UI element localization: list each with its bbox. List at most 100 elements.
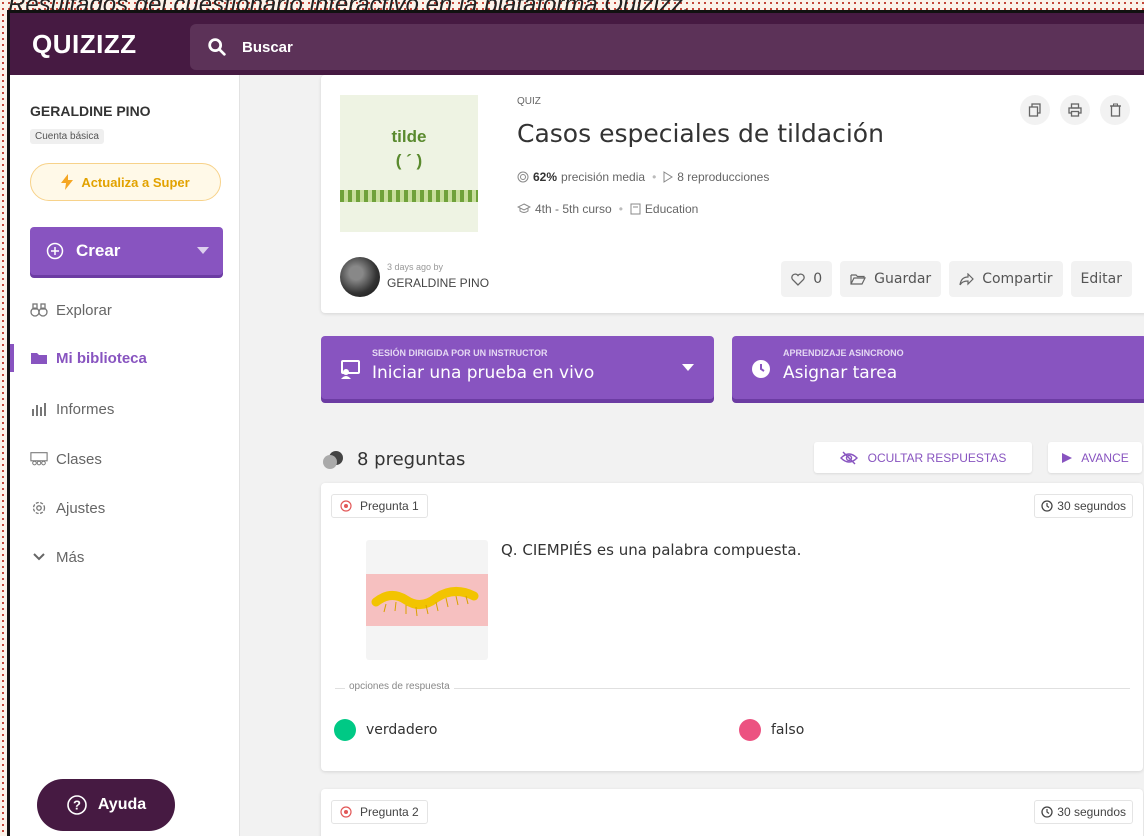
radio-target-icon	[340, 806, 352, 818]
start-live-quiz-button[interactable]: SESIÓN DIRIGIDA POR UN INSTRUCTOR Inicia…	[321, 336, 714, 399]
assign-big-label: Asignar tarea	[783, 363, 898, 383]
questions-count: 8 preguntas	[321, 449, 465, 470]
quizizz-logo[interactable]: QUIZIZZ	[32, 29, 190, 60]
search-icon	[208, 38, 226, 56]
save-button[interactable]: Guardar	[840, 261, 942, 297]
caret-down-icon[interactable]	[682, 364, 694, 371]
question-time: 30 segundos	[1034, 800, 1133, 824]
upgrade-button[interactable]: Actualiza a Super	[30, 163, 221, 201]
answer-option: verdadero	[334, 719, 437, 741]
accuracy-label: precisión media	[561, 170, 646, 184]
sidebar-item-informes[interactable]: Informes	[10, 391, 239, 427]
quiz-type: QUIZ	[517, 96, 541, 107]
classes-icon	[30, 450, 48, 468]
thumbnail-text: tilde ( ´ )	[340, 125, 478, 173]
edit-label: Editar	[1080, 271, 1122, 287]
folder-open-icon	[850, 273, 867, 285]
assign-homework-button[interactable]: APRENDIZAJE ASINCRONO Asignar tarea	[732, 336, 1144, 399]
sidebar-item-label: Mi biblioteca	[56, 349, 147, 367]
options-divider	[335, 688, 1130, 689]
presentation-icon	[341, 360, 360, 379]
print-button[interactable]	[1060, 95, 1090, 125]
sidebar-item-mas[interactable]: Más	[10, 539, 239, 575]
like-count: 0	[813, 271, 823, 287]
search-label: Buscar	[242, 38, 293, 56]
avatar[interactable]	[340, 257, 380, 297]
edit-button[interactable]: Editar	[1070, 261, 1132, 297]
assign-small-label: APRENDIZAJE ASINCRONO	[783, 348, 904, 358]
preview-label: AVANCE	[1081, 450, 1129, 465]
svg-text:?: ?	[73, 798, 81, 813]
binoculars-icon	[30, 301, 48, 319]
user-name: GERALDINE PINO	[30, 103, 151, 119]
separator-dot: •	[652, 170, 657, 184]
copy-icon	[1028, 103, 1041, 117]
delete-button[interactable]	[1100, 95, 1130, 125]
hide-answers-button[interactable]: OCULTAR RESPUESTAS	[814, 442, 1032, 473]
separator-dot: •	[618, 202, 623, 216]
save-label: Guardar	[874, 271, 932, 287]
plays-count: 8 reproducciones	[677, 170, 770, 184]
thumbnail-fence	[340, 190, 478, 202]
question-card-2: Pregunta 2 30 segundos	[321, 789, 1143, 836]
play-icon	[663, 171, 674, 183]
quiz-action-row: 0 Guardar Compartir Editar	[781, 261, 1132, 297]
options-label: opciones de respuesta	[345, 681, 454, 692]
graduation-cap-icon	[517, 203, 531, 213]
sidebar-item-label: Más	[56, 548, 85, 566]
plus-circle-icon	[46, 242, 64, 260]
quiz-info-card: tilde ( ´ ) QUIZ Casos especiales de til…	[321, 75, 1144, 313]
question-label: Pregunta 1	[331, 494, 428, 518]
author-name[interactable]: GERALDINE PINO	[387, 276, 489, 290]
account-badge: Cuenta básica	[30, 129, 104, 144]
duplicate-button[interactable]	[1020, 95, 1050, 125]
like-button[interactable]: 0	[781, 261, 833, 297]
quiz-title: Casos especiales de tildación	[517, 119, 884, 148]
question-label: Pregunta 2	[331, 800, 428, 824]
question-time-label: 30 segundos	[1057, 805, 1126, 819]
trash-icon	[1109, 103, 1121, 117]
sidebar-item-ajustes[interactable]: Ajustes	[10, 490, 239, 526]
upgrade-label: Actualiza a Super	[81, 174, 190, 190]
help-button[interactable]: ? Ayuda	[37, 779, 175, 831]
create-button[interactable]: Crear	[30, 227, 223, 275]
eye-slash-icon	[839, 451, 858, 464]
share-label: Compartir	[982, 271, 1053, 287]
quiz-top-actions	[1020, 95, 1130, 125]
live-small-label: SESIÓN DIRIGIDA POR UN INSTRUCTOR	[372, 348, 548, 358]
answer-option-text: falso	[771, 722, 805, 738]
question-number: Pregunta 1	[360, 499, 419, 513]
folder-icon	[30, 349, 48, 367]
accuracy-value: 62%	[533, 170, 558, 184]
answer-option: falso	[739, 719, 804, 741]
sidebar-item-label: Ajustes	[56, 499, 106, 517]
centipede-image	[366, 574, 488, 626]
sidebar-item-label: Informes	[56, 400, 115, 418]
play-icon	[1062, 452, 1073, 463]
incorrect-dot-icon	[739, 719, 761, 741]
question-time-label: 30 segundos	[1057, 499, 1126, 513]
sidebar-item-explorar[interactable]: Explorar	[10, 292, 239, 328]
search-bar[interactable]: Buscar	[190, 24, 1144, 70]
heart-icon	[791, 272, 805, 286]
sidebar-item-mi-biblioteca[interactable]: Mi biblioteca	[10, 340, 239, 376]
quiz-stats: 62% precisión media • 8 reproducciones	[517, 170, 769, 184]
question-card-1: Pregunta 1 30 segundos Q. CIEMPIÉS es un…	[321, 483, 1143, 771]
target-icon	[517, 171, 529, 183]
clock-icon	[1041, 806, 1053, 818]
printer-icon	[1068, 103, 1082, 117]
share-button[interactable]: Compartir	[949, 261, 1063, 297]
preview-button[interactable]: AVANCE	[1048, 442, 1142, 473]
lightning-icon	[61, 174, 74, 190]
correct-dot-icon	[334, 719, 356, 741]
question-image[interactable]	[366, 540, 488, 660]
hide-answers-label: OCULTAR RESPUESTAS	[867, 450, 1007, 465]
top-bar: QUIZIZZ Buscar	[10, 13, 1144, 75]
question-time: 30 segundos	[1034, 494, 1133, 518]
caret-down-icon[interactable]	[197, 247, 209, 254]
sidebar-item-clases[interactable]: Clases	[10, 441, 239, 477]
questions-count-label: 8 preguntas	[357, 449, 466, 470]
thumbnail-line-1: tilde	[391, 127, 427, 146]
book-icon	[630, 203, 641, 215]
created-when: 3 days ago by	[387, 262, 444, 272]
